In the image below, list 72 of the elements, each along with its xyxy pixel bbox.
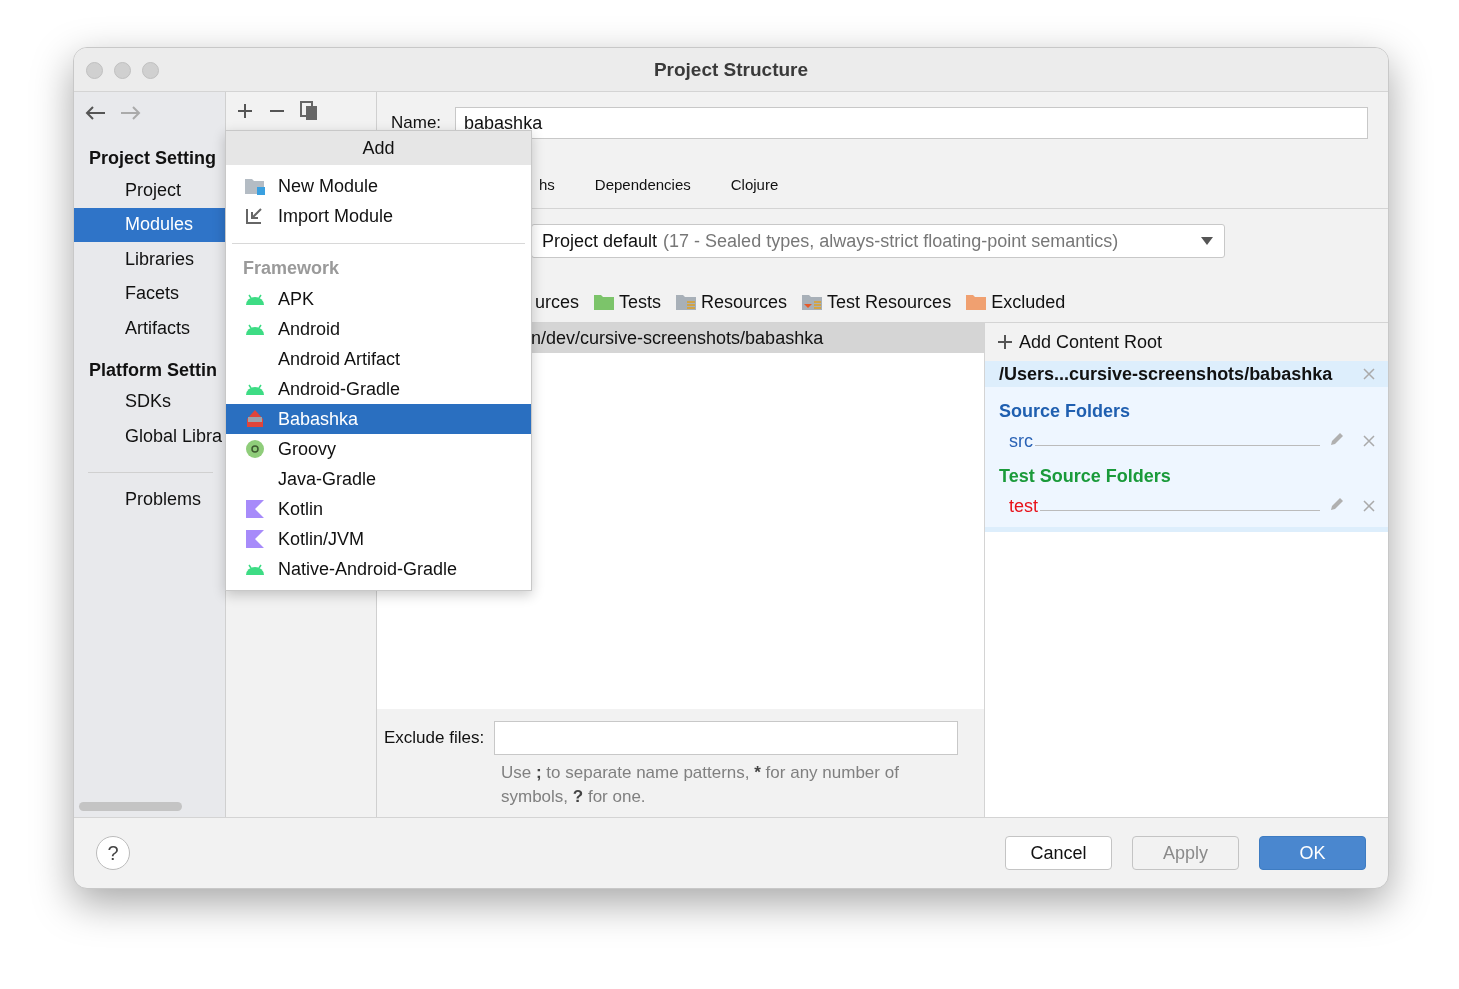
add-icon[interactable] [236,102,254,120]
scrollbar-thumb[interactable] [79,802,182,811]
dialog-button[interactable]: OK [1259,836,1366,870]
menu-item[interactable]: Kotlin [226,494,531,524]
menu-item[interactable]: Kotlin/JVM [226,524,531,554]
folder-icon [244,176,266,196]
language-level-dropdown[interactable]: Project default (17 - Sealed types, always-strict floating-point semantics) [531,224,1225,258]
zoom-light[interactable] [142,62,159,79]
folder-name: src [1009,431,1033,452]
folder-icon [675,292,698,312]
dialog-button[interactable]: Cancel [1005,836,1112,870]
menu-item[interactable]: Java-Gradle [226,464,531,494]
folders-heading: Source Folders [998,400,1132,423]
edit-icon[interactable] [1328,430,1346,448]
exclude-field[interactable] [494,721,959,755]
sidebar-item[interactable]: Modules [74,207,225,242]
menu-item[interactable]: Groovy [226,434,531,464]
copy-icon[interactable] [300,101,318,121]
sidebar-item[interactable]: Libraries [74,242,225,277]
menu-item[interactable]: Babashka [226,404,531,434]
close-icon[interactable] [1362,499,1376,513]
menu-item[interactable]: Android-Gradle [226,374,531,404]
help-button[interactable]: ? [96,836,130,870]
tab[interactable]: hs [539,170,575,201]
sidebar-item[interactable]: Facets [74,276,225,311]
name-field[interactable]: babashka [455,107,1368,139]
sidebar-item[interactable]: Problems [74,482,225,517]
mark-as-button[interactable]: Resources [675,291,788,313]
mark-as-button[interactable]: urces [535,291,579,313]
folder-icon [801,292,824,312]
sidebar-item[interactable]: Project [74,173,225,208]
minimize-light[interactable] [114,62,131,79]
folder-icon [965,292,988,312]
kotlin-icon [244,529,266,549]
section-title: Platform Settin [88,358,218,382]
dropdown-detail: (17 - Sealed types, always-strict floating-point semantics) [663,230,1120,252]
folder-name: test [1009,496,1038,517]
forward-arrow-icon[interactable] [120,105,142,121]
menu-item[interactable]: Native-Android-Gradle [226,554,531,584]
dropdown-value: Project default [542,230,658,252]
content-root-path: /Users...cursive-screenshots/babashka [999,363,1333,385]
mark-as-button[interactable]: Tests [593,291,662,313]
menu-item[interactable]: Import Module [226,201,531,231]
sidebar-item[interactable]: Artifacts [74,311,225,346]
section-title: Project Setting [88,147,218,170]
window-title: Project Structure [653,58,809,81]
menu-item[interactable]: New Module [226,171,531,201]
close-light[interactable] [86,62,103,79]
sidebar-item[interactable]: Global Libra [74,419,225,454]
add-content-root-button[interactable]: Add Content Root [985,323,1388,361]
back-arrow-icon[interactable] [84,105,106,121]
menu-item[interactable]: APK [226,284,531,314]
name-label: Name: [391,113,442,133]
edit-icon[interactable] [1328,495,1346,513]
tab[interactable]: Dependencies [574,170,711,201]
mark-as-button[interactable]: Test Resources [801,291,952,313]
menu-title: Add [226,131,531,165]
sidebar-item[interactable]: SDKs [74,384,225,419]
exclude-label: Exclude files: [384,728,485,748]
menu-group-header: Framework [242,256,341,280]
groovy-icon [244,439,266,459]
close-icon[interactable] [1362,434,1376,448]
robot-icon [244,409,266,429]
close-icon[interactable] [1362,367,1376,381]
folders-heading: Test Source Folders [998,465,1172,488]
add-icon [997,334,1013,350]
mark-as-button[interactable]: Excluded [965,291,1066,313]
caret-icon [1200,236,1214,246]
kotlin-icon [244,499,266,519]
folder-icon [593,292,615,312]
tab[interactable]: Clojure [710,170,799,201]
hint-text: Use ; to separate name patterns, * for any number of symbols, ? for one. [500,762,900,808]
